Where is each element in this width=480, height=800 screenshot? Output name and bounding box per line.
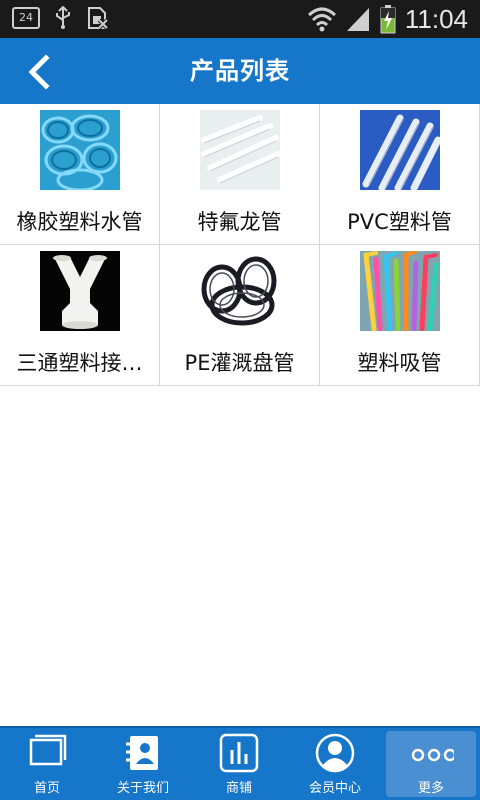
product-label: 塑料吸管	[357, 351, 442, 375]
battery-charging-icon	[380, 5, 396, 34]
product-image-blue-hoses	[40, 110, 120, 190]
product-label: 特氟龙管	[197, 210, 282, 234]
user-icon	[315, 733, 355, 773]
signal-icon	[346, 8, 369, 31]
product-item[interactable]: 橡胶塑料水管	[0, 104, 160, 245]
status-left: 24	[12, 6, 108, 30]
more-dots-icon	[411, 748, 454, 762]
nav-item-about[interactable]: 关于我们	[98, 728, 188, 800]
app-header: 产品列表	[0, 38, 480, 104]
product-label: PVC塑料管	[347, 210, 452, 234]
sim-icon	[88, 7, 108, 30]
wifi-icon	[307, 7, 336, 32]
bottom-nav: 首页 关于我们 商铺 会员中心 更多	[0, 726, 480, 800]
page-title: 产品列表	[190, 57, 290, 85]
product-label: PE灌溉盘管	[184, 351, 295, 375]
product-item[interactable]: PE灌溉盘管	[160, 245, 320, 386]
product-item[interactable]: PVC塑料管	[320, 104, 480, 245]
product-item[interactable]: 三通塑料接…	[0, 245, 160, 386]
contact-card-icon	[126, 736, 158, 770]
status-right: 11:04	[307, 4, 468, 34]
nav-label: 商铺	[225, 781, 252, 796]
bar-chart-icon	[219, 733, 259, 773]
nav-label: 关于我们	[116, 781, 169, 796]
product-item[interactable]: 特氟龙管	[160, 104, 320, 245]
nav-label: 会员中心	[308, 781, 361, 796]
product-image-straws	[360, 251, 440, 331]
nav-item-member[interactable]: 会员中心	[290, 728, 380, 800]
product-image-y-connector	[40, 251, 120, 331]
notification-count-badge: 24	[12, 7, 40, 29]
usb-icon	[56, 6, 70, 29]
product-image-pvc-pipes	[360, 110, 440, 190]
nav-item-home[interactable]: 首页	[2, 728, 92, 800]
clock: 11:04	[404, 4, 468, 34]
nav-label: 首页	[33, 781, 60, 796]
status-bar: 24 11:04	[0, 0, 480, 38]
product-label: 三通塑料接…	[16, 351, 143, 375]
product-image-white-tubes	[200, 110, 280, 190]
nav-item-shop[interactable]: 商铺	[194, 728, 284, 800]
nav-label: 更多	[417, 781, 444, 796]
product-image-black-coils	[200, 251, 280, 331]
nav-item-more[interactable]: 更多	[386, 731, 476, 797]
product-item[interactable]: 塑料吸管	[320, 245, 480, 386]
home-pages-icon	[29, 734, 67, 766]
product-label: 橡胶塑料水管	[16, 210, 143, 234]
